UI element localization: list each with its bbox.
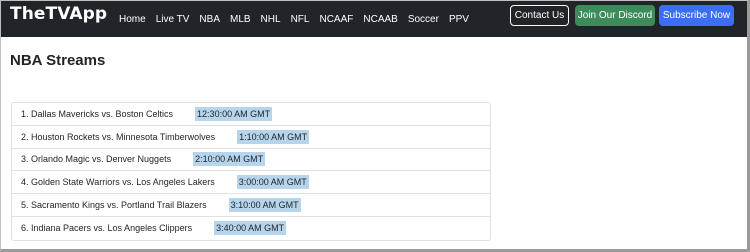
stream-matchup: 5. Sacramento Kings vs. Portland Trail B…: [21, 200, 207, 211]
stream-list-item[interactable]: 2. Houston Rockets vs. Minnesota Timberw…: [12, 126, 490, 149]
stream-time: 3:00:00 AM GMT: [236, 175, 309, 190]
contact-us-button[interactable]: Contact Us: [510, 5, 569, 26]
browser-viewport: TheTVApp Home Live TV NBA MLB NHL NFL NC…: [0, 0, 750, 252]
nav-link-home[interactable]: Home: [119, 14, 146, 25]
nav-link-ppv[interactable]: PPV: [449, 14, 469, 25]
stream-time: 1:10:00 AM GMT: [237, 129, 310, 144]
nav-link-nba[interactable]: NBA: [199, 14, 220, 25]
nav-link-ncaaf[interactable]: NCAAF: [319, 14, 353, 25]
stream-matchup: 6. Indiana Pacers vs. Los Angeles Clippe…: [21, 223, 193, 234]
stream-matchup: 3. Orlando Magic vs. Denver Nuggets: [21, 154, 172, 165]
join-discord-button[interactable]: Join Our Discord: [575, 5, 655, 26]
nav-link-nfl[interactable]: NFL: [291, 14, 310, 25]
subscribe-now-button[interactable]: Subscribe Now: [659, 5, 734, 26]
stream-list-item[interactable]: 3. Orlando Magic vs. Denver Nuggets 2:10…: [12, 149, 490, 172]
nav-link-mlb[interactable]: MLB: [230, 14, 251, 25]
stream-list-item[interactable]: 4. Golden State Warriors vs. Los Angeles…: [12, 171, 490, 195]
stream-time: 3:40:00 AM GMT: [214, 221, 287, 236]
stream-time: 3:10:00 AM GMT: [228, 198, 301, 213]
nav-link-live-tv[interactable]: Live TV: [156, 14, 190, 25]
nav-link-nhl[interactable]: NHL: [261, 14, 281, 25]
stream-matchup: 1. Dallas Mavericks vs. Boston Celtics: [21, 108, 174, 119]
nav-link-soccer[interactable]: Soccer: [408, 14, 439, 25]
stream-time: 12:30:00 AM GMT: [195, 106, 273, 121]
stream-list: 1. Dallas Mavericks vs. Boston Celtics 1…: [11, 102, 491, 241]
stream-list-item[interactable]: 1. Dallas Mavericks vs. Boston Celtics 1…: [12, 103, 490, 126]
stream-time: 2:10:00 AM GMT: [193, 152, 266, 167]
nav-link-ncaab[interactable]: NCAAB: [363, 14, 397, 25]
top-navbar: TheTVApp Home Live TV NBA MLB NHL NFL NC…: [1, 1, 747, 37]
nav-links: Home Live TV NBA MLB NHL NFL NCAAF NCAAB…: [119, 1, 479, 37]
stream-matchup: 4. Golden State Warriors vs. Los Angeles…: [21, 177, 215, 188]
brand-logo[interactable]: TheTVApp: [10, 4, 107, 24]
stream-list-item[interactable]: 6. Indiana Pacers vs. Los Angeles Clippe…: [12, 217, 490, 240]
stream-list-item[interactable]: 5. Sacramento Kings vs. Portland Trail B…: [12, 194, 490, 217]
stream-matchup: 2. Houston Rockets vs. Minnesota Timberw…: [21, 131, 216, 142]
page-title: NBA Streams: [10, 52, 106, 69]
